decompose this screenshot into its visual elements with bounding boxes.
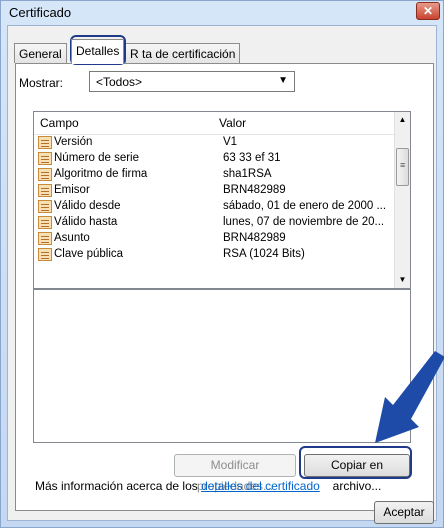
field-icon — [38, 248, 52, 261]
list-row[interactable]: Número de serie 63 33 ef 31 — [34, 151, 394, 166]
show-select-value: <Todos> — [96, 75, 143, 89]
list-row[interactable]: Versión V1 — [34, 135, 394, 150]
list-row[interactable]: Válido hasta lunes, 07 de noviembre de 20… — [34, 215, 394, 230]
title-bar: Certificado ✕ — [1, 1, 443, 25]
scrollbar-thumb[interactable] — [396, 148, 409, 186]
scroll-down-icon[interactable]: ▼ — [395, 272, 410, 288]
tab-general-label: General — [19, 47, 62, 61]
field-name: Emisor — [54, 184, 90, 196]
field-icon — [38, 216, 52, 229]
copy-to-file-button[interactable]: Copiar en archivo... — [304, 454, 410, 493]
list-header: Campo Valor — [34, 112, 394, 135]
list-row[interactable]: Asunto BRN482989 — [34, 231, 394, 246]
field-icon — [38, 168, 52, 181]
show-label: Mostrar: — [19, 76, 64, 90]
field-value: BRN482989 — [223, 184, 286, 196]
tab-details-label: Detalles — [76, 44, 120, 58]
certificate-dialog: Certificado ✕ General Detalles R ta de c… — [0, 0, 444, 528]
field-icon — [38, 200, 52, 213]
field-name: Válido hasta — [54, 216, 118, 228]
list-row[interactable]: Emisor BRN482989 — [34, 183, 394, 198]
vertical-scrollbar[interactable]: ▲ ▼ — [394, 112, 410, 288]
field-value: BRN482989 — [223, 232, 286, 244]
tab-details[interactable]: Detalles — [71, 39, 125, 64]
more-info-text: Más información acerca de los detalles d… — [35, 479, 320, 493]
edit-properties-button[interactable]: Modificar propiedades... — [174, 454, 296, 493]
field-detail-textbox[interactable] — [33, 289, 411, 443]
field-name: Válido desde — [54, 200, 121, 212]
close-icon: ✕ — [422, 4, 434, 18]
field-value: V1 — [223, 136, 238, 148]
list-row[interactable]: Clave pública RSA (1024 Bits) — [34, 247, 394, 262]
field-name: Algoritmo de firma — [54, 168, 148, 180]
scroll-up-icon[interactable]: ▲ — [395, 112, 410, 128]
field-name: Asunto — [54, 232, 90, 244]
column-header-value[interactable]: Valor — [219, 116, 246, 130]
tab-certification-path[interactable]: R ta de certificación — [125, 43, 241, 63]
tab-certification-path-label: R ta de certificación — [130, 47, 236, 61]
certificate-details-link[interactable]: detalles del certificado — [201, 479, 320, 493]
list-row[interactable]: Algoritmo de firma sha1RSA — [34, 167, 394, 182]
more-info-prefix: Más información acerca de los — [35, 479, 202, 493]
field-value: lunes, 07 de noviembre de 20... — [223, 216, 385, 228]
field-icon — [38, 152, 52, 165]
field-name: Versión — [54, 136, 93, 148]
field-value: 63 33 ef 31 — [223, 152, 281, 164]
field-icon — [38, 232, 52, 245]
show-select[interactable]: <Todos> ▼ — [89, 71, 295, 92]
field-name: Clave pública — [54, 248, 124, 260]
field-icon — [38, 136, 52, 149]
field-name: Número de serie — [54, 152, 140, 164]
chevron-down-icon: ▼ — [278, 75, 288, 86]
pointer-arrow-icon — [375, 351, 444, 443]
field-icon — [38, 184, 52, 197]
window-title: Certificado — [9, 5, 72, 20]
tab-general[interactable]: General — [14, 43, 67, 63]
field-value: sha1RSA — [223, 168, 272, 180]
accept-button[interactable]: Aceptar — [374, 501, 434, 524]
fields-list[interactable]: Campo Valor Versión V1 Número de serie 63 … — [33, 111, 411, 289]
list-row[interactable]: Válido desde sábado, 01 de enero de 2000 … — [34, 199, 394, 214]
field-value: RSA (1024 Bits) — [223, 248, 305, 260]
close-button[interactable]: ✕ — [416, 2, 440, 20]
column-header-field[interactable]: Campo — [40, 116, 79, 130]
field-value: sábado, 01 de enero de 2000 ... — [223, 200, 387, 212]
